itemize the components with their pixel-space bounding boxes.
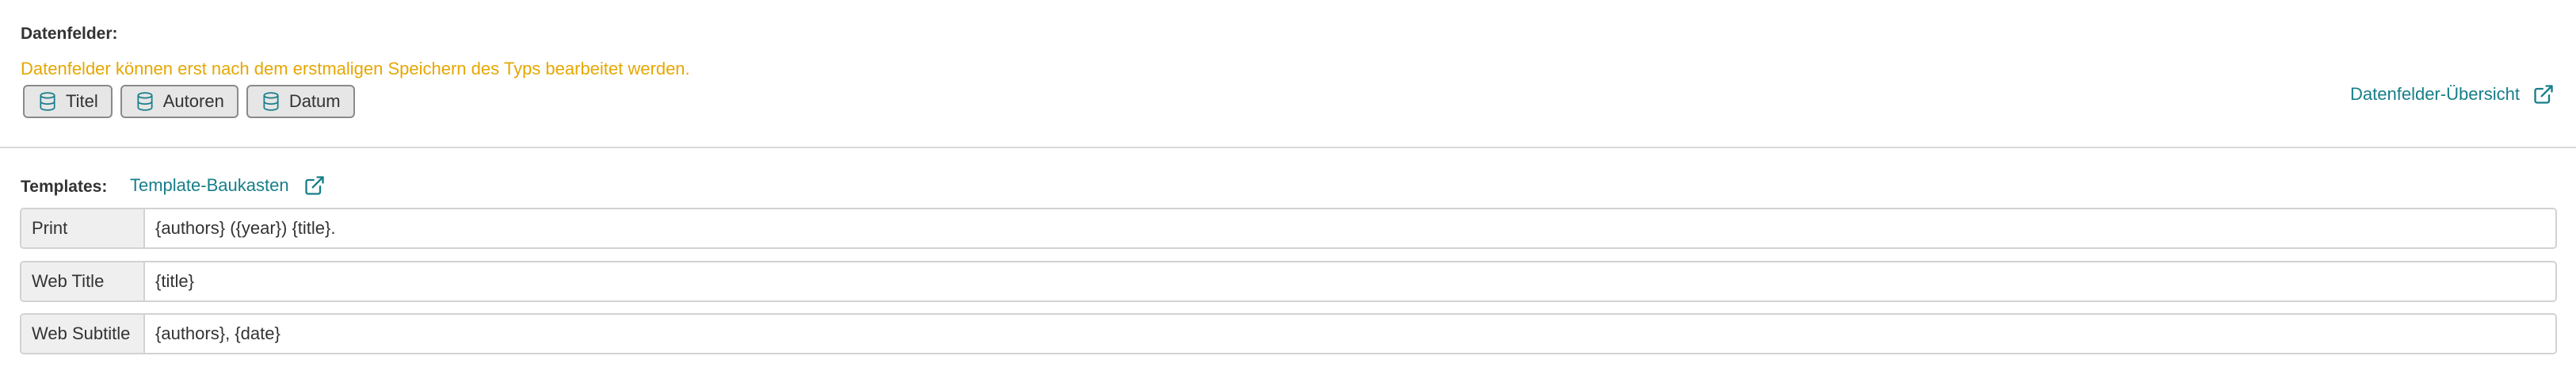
external-link-icon xyxy=(303,174,326,197)
data-field-chip-titel[interactable]: Titel xyxy=(23,85,113,118)
data-fields-warning: Datenfelder können erst nach dem erstmal… xyxy=(21,59,690,78)
template-row-label: Web Subtitle xyxy=(21,315,145,353)
data-field-chip-autoren[interactable]: Autoren xyxy=(120,85,239,118)
data-fields-heading: Datenfelder: xyxy=(21,25,118,43)
data-field-chips: Titel Autoren Datum xyxy=(23,85,355,118)
templates-heading: Templates: xyxy=(21,178,108,196)
section-divider xyxy=(0,147,2576,148)
template-row-label: Web Title xyxy=(21,262,145,300)
template-baukasten-label: Template-Baukasten xyxy=(130,175,289,195)
data-field-chip-datum[interactable]: Datum xyxy=(246,85,355,118)
template-baukasten-link[interactable]: Template-Baukasten xyxy=(130,174,326,197)
data-fields-overview-label: Datenfelder-Übersicht xyxy=(2350,84,2520,104)
database-icon xyxy=(37,91,58,112)
data-field-chip-label: Titel xyxy=(66,91,98,111)
database-icon xyxy=(135,91,155,112)
data-fields-overview-link[interactable]: Datenfelder-Übersicht xyxy=(2350,83,2555,105)
template-row-label: Print xyxy=(21,209,145,247)
template-input-web-subtitle[interactable] xyxy=(145,315,2555,353)
template-row-web-subtitle: Web Subtitle xyxy=(20,313,2557,354)
template-input-web-title[interactable] xyxy=(145,262,2555,300)
data-field-chip-label: Autoren xyxy=(162,91,224,111)
template-row-print: Print xyxy=(20,208,2557,249)
external-link-icon xyxy=(2532,83,2555,105)
template-row-web-title: Web Title xyxy=(20,261,2557,302)
database-icon xyxy=(261,91,281,112)
template-input-print[interactable] xyxy=(145,209,2555,247)
data-field-chip-label: Datum xyxy=(288,91,341,111)
